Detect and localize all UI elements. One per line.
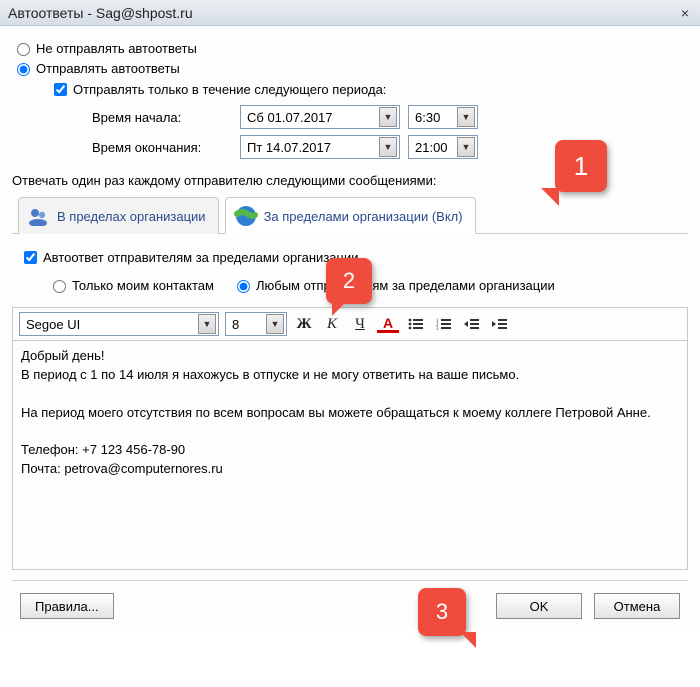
chevron-down-icon[interactable]: ▼ — [457, 107, 475, 127]
dialog-content: Не отправлять автоответы Отправлять авто… — [0, 26, 700, 629]
radio-any-sender[interactable] — [237, 280, 250, 293]
radio-any-sender-label: Любым отправителям за пределами организа… — [256, 278, 555, 293]
period-start-row: Время начала: Сб 01.07.2017 ▼ 6:30 ▼ — [92, 105, 688, 129]
outside-checkbox-label: Автоответ отправителям за пределами орга… — [43, 250, 358, 265]
cancel-button[interactable]: Отмена — [594, 593, 680, 619]
close-icon[interactable]: × — [676, 4, 694, 22]
radio-send[interactable] — [17, 63, 30, 76]
chevron-down-icon[interactable]: ▼ — [379, 137, 397, 157]
period-checkbox-label: Отправлять только в течение следующего п… — [73, 82, 386, 97]
indent-icon[interactable] — [489, 313, 511, 335]
end-time-field[interactable]: 21:00 ▼ — [408, 135, 478, 159]
annotation-3: 3 — [418, 588, 466, 636]
radio-send-label: Отправлять автоответы — [36, 61, 180, 76]
chevron-down-icon[interactable]: ▼ — [266, 314, 284, 334]
tab-outside[interactable]: За пределами организации (Вкл) — [225, 197, 476, 234]
editor-toolbar: Segoe UI ▼ 8 ▼ Ж К Ч A 123 — [12, 307, 688, 340]
end-date-value: Пт 14.07.2017 — [247, 140, 331, 155]
font-family-select[interactable]: Segoe UI ▼ — [19, 312, 219, 336]
message-editor[interactable]: Добрый день! В период с 1 по 14 июля я н… — [12, 340, 688, 570]
annotation-1: 1 — [555, 140, 607, 192]
radio-only-contacts-row: Только моим контактам — [48, 277, 214, 293]
start-time-field[interactable]: 6:30 ▼ — [408, 105, 478, 129]
start-date-value: Сб 01.07.2017 — [247, 110, 333, 125]
outside-checkbox[interactable] — [24, 251, 37, 264]
end-time-value: 21:00 — [415, 140, 448, 155]
window-title: Автоответы - Sag@shpost.ru — [8, 5, 193, 21]
tab-inside[interactable]: В пределах организации — [18, 197, 219, 234]
period-checkbox[interactable] — [54, 83, 67, 96]
chevron-down-icon[interactable]: ▼ — [457, 137, 475, 157]
svg-text:3: 3 — [436, 327, 439, 331]
font-family-value: Segoe UI — [26, 317, 80, 332]
radio-only-contacts[interactable] — [53, 280, 66, 293]
radio-any-sender-row: Любым отправителям за пределами организа… — [232, 277, 555, 293]
font-color-button[interactable]: A — [377, 315, 399, 333]
bold-button[interactable]: Ж — [293, 313, 315, 335]
font-size-value: 8 — [232, 317, 239, 332]
period-checkbox-row: Отправлять только в течение следующего п… — [50, 80, 688, 99]
chevron-down-icon[interactable]: ▼ — [379, 107, 397, 127]
end-date-field[interactable]: Пт 14.07.2017 ▼ — [240, 135, 400, 159]
button-bar: Правила... OK Отмена — [12, 581, 688, 621]
radio-no-send-label: Не отправлять автоответы — [36, 41, 197, 56]
people-icon — [27, 204, 51, 228]
outdent-icon[interactable] — [461, 313, 483, 335]
ok-button[interactable]: OK — [496, 593, 582, 619]
period-start-label: Время начала: — [92, 110, 232, 125]
period-end-label: Время окончания: — [92, 140, 232, 155]
tabs: В пределах организации За пределами орга… — [12, 196, 688, 234]
radio-no-send[interactable] — [17, 43, 30, 56]
bullet-list-icon[interactable] — [405, 313, 427, 335]
radio-only-contacts-label: Только моим контактам — [72, 278, 214, 293]
radio-send-row: Отправлять автоответы — [12, 60, 688, 76]
tab-inside-label: В пределах организации — [57, 209, 206, 224]
underline-button[interactable]: Ч — [349, 313, 371, 335]
radio-no-send-row: Не отправлять автоответы — [12, 40, 688, 56]
tab-outside-label: За пределами организации (Вкл) — [264, 209, 463, 224]
chevron-down-icon[interactable]: ▼ — [198, 314, 216, 334]
start-date-field[interactable]: Сб 01.07.2017 ▼ — [240, 105, 400, 129]
italic-button[interactable]: К — [321, 313, 343, 335]
annotation-2: 2 — [326, 258, 372, 304]
start-time-value: 6:30 — [415, 110, 440, 125]
numbered-list-icon[interactable]: 123 — [433, 313, 455, 335]
globe-icon — [234, 204, 258, 228]
titlebar: Автоответы - Sag@shpost.ru × — [0, 0, 700, 26]
font-size-select[interactable]: 8 ▼ — [225, 312, 287, 336]
rules-button[interactable]: Правила... — [20, 593, 114, 619]
